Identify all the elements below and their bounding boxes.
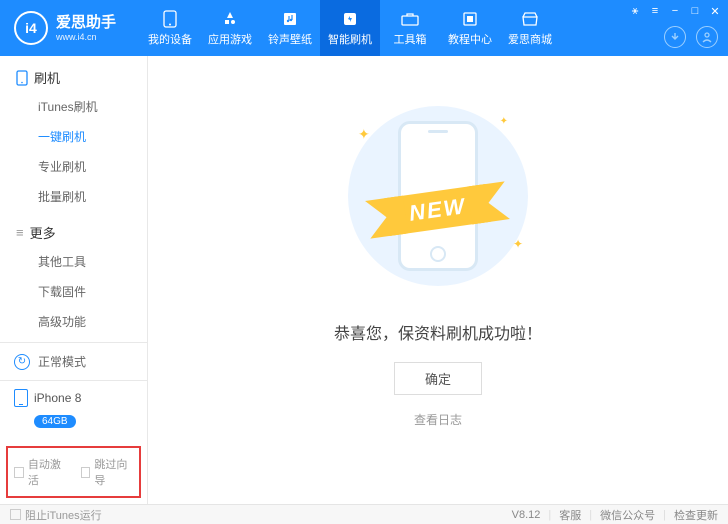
maximize-button[interactable]: □ <box>688 4 702 18</box>
wechat-link[interactable]: 微信公众号 <box>600 507 655 523</box>
user-button[interactable] <box>696 26 718 48</box>
refresh-icon: ↻ <box>14 354 30 370</box>
toolbox-icon <box>401 10 419 28</box>
star-icon: ✦ <box>500 116 508 127</box>
logo-icon: i4 <box>14 11 48 45</box>
minimize-button[interactable]: − <box>668 4 682 18</box>
phone-icon <box>16 70 28 86</box>
device-mode[interactable]: ↻ 正常模式 <box>0 343 147 380</box>
star-icon: ✦ <box>358 126 370 143</box>
close-button[interactable]: ✕ <box>708 4 722 18</box>
app-logo: i4 爱思助手 www.i4.cn <box>0 11 130 45</box>
status-bar: 阻止iTunes运行 V8.12 | 客服 | 微信公众号 | 检查更新 <box>0 504 728 524</box>
block-itunes-checkbox[interactable]: 阻止iTunes运行 <box>10 507 102 523</box>
app-subtitle: www.i4.cn <box>56 32 116 43</box>
nav-flash[interactable]: 智能刷机 <box>320 0 380 56</box>
sidebar-item-pro-flash[interactable]: 专业刷机 <box>38 151 147 181</box>
view-log-link[interactable]: 查看日志 <box>414 411 462 428</box>
title-bar: i4 爱思助手 www.i4.cn 我的设备 应用游戏 铃声壁纸 智能刷机 工具… <box>0 0 728 56</box>
music-icon <box>281 10 299 28</box>
main-content: ✦ ✦ ✦ NEW 恭喜您，保资料刷机成功啦！ 确定 查看日志 <box>148 56 728 504</box>
nav-apps[interactable]: 应用游戏 <box>200 0 260 56</box>
nav-tutorials[interactable]: 教程中心 <box>440 0 500 56</box>
download-button[interactable] <box>664 26 686 48</box>
sidebar-item-batch-flash[interactable]: 批量刷机 <box>38 181 147 211</box>
sidebar-item-itunes-flash[interactable]: iTunes刷机 <box>38 91 147 121</box>
storage-badge: 64GB <box>34 415 76 428</box>
apps-icon <box>221 10 239 28</box>
app-title: 爱思助手 <box>56 14 116 32</box>
flash-icon <box>341 10 359 28</box>
menu-icon[interactable]: ≡ <box>648 4 662 18</box>
nav-my-device[interactable]: 我的设备 <box>140 0 200 56</box>
success-illustration: ✦ ✦ ✦ NEW <box>328 96 548 296</box>
success-message: 恭喜您，保资料刷机成功啦！ <box>334 320 542 344</box>
sidebar-item-download-firmware[interactable]: 下载固件 <box>38 276 147 306</box>
nav-shop[interactable]: 爱思商城 <box>500 0 560 56</box>
star-icon: ✦ <box>513 237 523 251</box>
window-controls: ⚹ ≡ − □ ✕ <box>628 4 722 18</box>
sidebar-section-flash: 刷机 <box>0 56 147 91</box>
version-label: V8.12 <box>512 509 541 521</box>
nav-toolbox[interactable]: 工具箱 <box>380 0 440 56</box>
sidebar-item-advanced[interactable]: 高级功能 <box>38 306 147 336</box>
device-info[interactable]: iPhone 8 64GB <box>0 380 147 440</box>
sidebar-item-other-tools[interactable]: 其他工具 <box>38 246 147 276</box>
ok-button[interactable]: 确定 <box>394 362 482 395</box>
skip-guide-checkbox[interactable]: 跳过向导 <box>81 456 134 488</box>
post-flash-options: 自动激活 跳过向导 <box>6 446 141 498</box>
top-nav: 我的设备 应用游戏 铃声壁纸 智能刷机 工具箱 教程中心 爱思商城 <box>140 0 560 56</box>
nav-ringtones[interactable]: 铃声壁纸 <box>260 0 320 56</box>
cart-icon[interactable]: ⚹ <box>628 4 642 18</box>
shop-icon <box>521 10 539 28</box>
sidebar-item-oneclick-flash[interactable]: 一键刷机 <box>38 121 147 151</box>
check-update-link[interactable]: 检查更新 <box>674 507 718 523</box>
sidebar: 刷机 iTunes刷机 一键刷机 专业刷机 批量刷机 ≡ 更多 其他工具 下载固… <box>0 56 148 504</box>
book-icon <box>461 10 479 28</box>
auto-activate-checkbox[interactable]: 自动激活 <box>14 456 67 488</box>
device-icon <box>14 389 28 407</box>
phone-icon <box>161 10 179 28</box>
support-link[interactable]: 客服 <box>559 507 581 523</box>
sidebar-section-more: ≡ 更多 <box>0 211 147 246</box>
